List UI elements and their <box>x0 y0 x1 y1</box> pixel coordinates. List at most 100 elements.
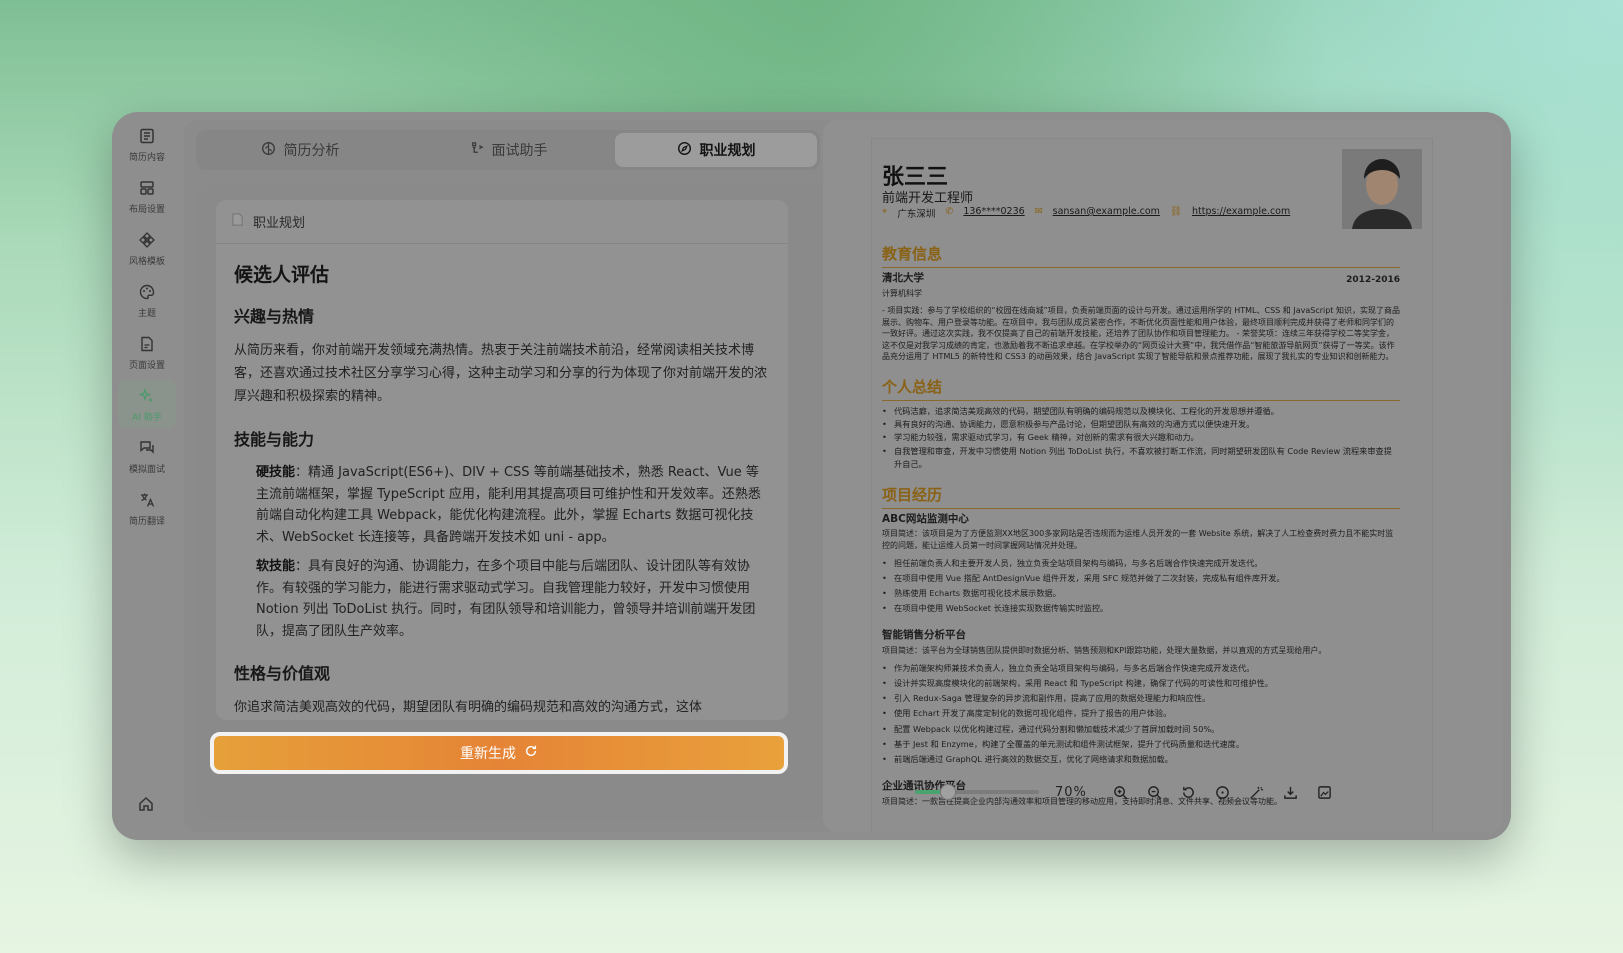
location-icon: ⌖ <box>882 206 888 217</box>
tab-resume-analysis[interactable]: 简历分析 <box>199 133 401 167</box>
project-item: 前端后端通过 GraphQL 进行高效的数据交互，优化了网络请求和数据加载。 <box>882 753 1400 766</box>
major: 计算机科学 <box>882 289 922 298</box>
resume-preview: 张三三 前端开发工程师 ⌖ 广东深圳 ✆ 136****0236 ✉ sansan@e… <box>823 120 1503 832</box>
document-list-icon <box>137 126 157 146</box>
career-plan-card: 职业规划 候选人评估 兴趣与热情 从简历来看，你对前端开发领域充满热情。热衷于关… <box>216 200 788 720</box>
regenerate-label: 重新生成 <box>460 746 516 762</box>
bot-icon <box>469 141 484 160</box>
brain-icon <box>261 141 276 160</box>
project-item: 作为前端架构师兼技术负责人，独立负责全站项目架构与编码，与多名后端合作快速完成开… <box>882 662 1400 675</box>
tab-career-planning[interactable]: 职业规划 <box>615 133 817 167</box>
heading-skills: 技能与能力 <box>234 430 315 449</box>
project-item: 担任前端负责人和主要开发人员，独立负责全站项目架构与编码，与多名后端合作快速完成… <box>882 557 1400 570</box>
soft-skills-label: 软技能 <box>256 559 296 574</box>
zoom-out-icon[interactable] <box>1145 783 1163 801</box>
heading-interest: 兴趣与热情 <box>234 307 315 326</box>
sidebar-item-label: 布局设置 <box>128 204 165 215</box>
app-window: 简历内容 布局设置 风格模板 主题 页面设置 AI 助手 模拟面试 简历翻译 简… <box>112 112 1511 840</box>
project-item: 使用 Echart 开发了高度定制化的数据可视化组件，提升了报告的用户体验。 <box>882 707 1400 720</box>
heading-personality: 性格与价值观 <box>234 664 331 683</box>
home-icon[interactable] <box>134 792 158 816</box>
project-item: 设计并实现高度模块化的前端架构，采用 React 和 TypeScript 构建… <box>882 677 1400 690</box>
sidebar-item-page-settings[interactable]: 页面设置 <box>118 328 176 376</box>
card-header: 职业规划 <box>216 200 788 244</box>
page-icon <box>137 334 157 354</box>
interest-paragraph: 从简历来看，你对前端开发领域充满热情。热衷于关注前端技术前沿，经常阅读相关技术博… <box>234 343 768 404</box>
zoom-slider[interactable] <box>915 784 1039 800</box>
image-export-icon[interactable] <box>1315 783 1333 801</box>
link-icon: ⛓ <box>1169 206 1182 217</box>
summary-item: 具有良好的沟通、协调能力，愿意积极参与产品讨论，但期望团队有高效的沟通方式以便快… <box>882 418 1400 431</box>
sidebar-item-layout[interactable]: 布局设置 <box>118 172 176 220</box>
sidebar-item-label: 页面设置 <box>128 360 165 371</box>
note-icon <box>230 212 245 231</box>
layout-icon <box>137 178 157 198</box>
sidebar-item-mock-interview[interactable]: 模拟面试 <box>118 432 176 480</box>
project-description: 项目简述：该平台为全球销售团队提供即时数据分析、销售预测和KPI跟踪功能，处理大… <box>882 646 1327 655</box>
tab-bar: 简历分析 面试助手 职业规划 <box>196 130 820 170</box>
rotate-icon[interactable] <box>1179 783 1197 801</box>
project-description: 项目简述：该项目是为了方便监测XX地区300多家网站是否违规而为运维人员开发的一… <box>882 529 1394 550</box>
sidebar-item-translate[interactable]: 简历翻译 <box>118 484 176 532</box>
refresh-icon <box>524 744 538 762</box>
project-item: 引入 Redux-Saga 管理复杂的异步流和副作用，提高了应用的数据处理能力和… <box>882 692 1400 705</box>
resume-page: 张三三 前端开发工程师 ⌖ 广东深圳 ✆ 136****0236 ✉ sansan@e… <box>871 138 1433 832</box>
resume-website[interactable]: https://example.com <box>1192 206 1290 220</box>
sidebar-item-label: 简历内容 <box>128 152 165 163</box>
section-summary: 个人总结 <box>882 376 1400 401</box>
sidebar-item-resume-content[interactable]: 简历内容 <box>118 120 176 168</box>
zoom-toolbar: 70% <box>915 780 1393 804</box>
soft-skills-paragraph: 软技能：具有良好的沟通、协调能力，在多个项目中能与后端团队、设计团队等有效协作。… <box>234 556 770 642</box>
sidebar-item-label: 主题 <box>137 308 156 319</box>
regenerate-button[interactable]: 重新生成 <box>210 732 788 774</box>
project-name: 智能销售分析平台 <box>882 629 966 641</box>
ai-assistant-panel: 简历分析 面试助手 职业规划 职业规划 候选人评估 兴趣与热情 从简历来看，你对… <box>184 120 842 832</box>
project-item: 在项目中使用 WebSocket 长连接实现数据传输实时监控。 <box>882 602 1400 615</box>
template-icon <box>137 230 157 250</box>
palette-icon <box>137 282 157 302</box>
magic-wand-icon[interactable] <box>1247 783 1265 801</box>
project-item: 在项目中使用 Vue 搭配 AntDesignVue 组件开发，采用 SFC 规… <box>882 572 1400 585</box>
avatar <box>1342 149 1422 229</box>
sidebar: 简历内容 布局设置 风格模板 主题 页面设置 AI 助手 模拟面试 简历翻译 <box>112 112 182 840</box>
summary-item: 自我管理和审查，开发中习惯使用 Notion 列出 ToDoList 执行，不喜… <box>882 445 1400 470</box>
hard-skills-label: 硬技能 <box>256 465 296 480</box>
hard-skills-text: ：精通 JavaScript(ES6+)、DIV + CSS 等前端基础技术，熟… <box>256 465 761 545</box>
education-years: 2012-2016 <box>1346 275 1400 285</box>
ai-sparkle-icon <box>137 386 157 406</box>
project-name: ABC网站监测中心 <box>882 513 969 525</box>
card-title: 职业规划 <box>253 216 306 231</box>
tab-interview-assistant[interactable]: 面试助手 <box>407 133 609 167</box>
resume-phone[interactable]: 136****0236 <box>963 206 1024 220</box>
sidebar-item-ai-assistant[interactable]: AI 助手 <box>118 380 176 428</box>
sidebar-item-label: 模拟面试 <box>128 464 165 475</box>
sidebar-item-theme[interactable]: 主题 <box>118 276 176 324</box>
resume-email[interactable]: sansan@example.com <box>1053 206 1160 220</box>
hard-skills-paragraph: 硬技能：精通 JavaScript(ES6+)、DIV + CSS 等前端基础技… <box>234 462 770 548</box>
section-education: 教育信息 <box>882 243 1400 268</box>
reset-icon[interactable] <box>1213 783 1231 801</box>
compass-icon <box>677 141 692 160</box>
section-experience: 项目经历 <box>882 484 1400 509</box>
tab-label: 职业规划 <box>699 143 756 159</box>
project-item: 基于 Jest 和 Enzyme，构建了全覆盖的单元测试和组件测试框架，提升了代… <box>882 738 1400 751</box>
education-details: - 项目实践：参与了学校组织的“校园在线商城”项目，负责前端页面的设计与开发。通… <box>882 306 1400 361</box>
summary-item: 代码洁癖，追求简洁美观高效的代码，期望团队有明确的编码规范以及模块化、工程化的开… <box>882 405 1400 418</box>
sidebar-item-template[interactable]: 风格模板 <box>118 224 176 272</box>
zoom-percent: 70% <box>1055 784 1087 800</box>
mail-icon: ✉ <box>1034 206 1043 217</box>
zoom-in-icon[interactable] <box>1111 783 1129 801</box>
sidebar-item-label: 风格模板 <box>128 256 165 267</box>
phone-icon: ✆ <box>945 206 954 217</box>
chat-icon <box>137 438 157 458</box>
card-body: 候选人评估 兴趣与热情 从简历来看，你对前端开发领域充满热情。热衷于关注前端技术… <box>216 244 788 719</box>
content-panel: 职业规划 候选人评估 兴趣与热情 从简历来看，你对前端开发领域充满热情。热衷于关… <box>198 184 828 820</box>
tab-label: 面试助手 <box>491 143 548 159</box>
download-icon[interactable] <box>1281 783 1299 801</box>
sidebar-item-label: AI 助手 <box>132 412 162 423</box>
soft-skills-text: ：具有良好的沟通、协调能力，在多个项目中能与后端团队、设计团队等有效协作。有较强… <box>256 559 756 639</box>
resume-job-title: 前端开发工程师 <box>882 191 974 206</box>
translate-icon <box>137 490 157 510</box>
zoom-slider-handle[interactable] <box>940 784 957 800</box>
tab-label: 简历分析 <box>283 143 340 159</box>
